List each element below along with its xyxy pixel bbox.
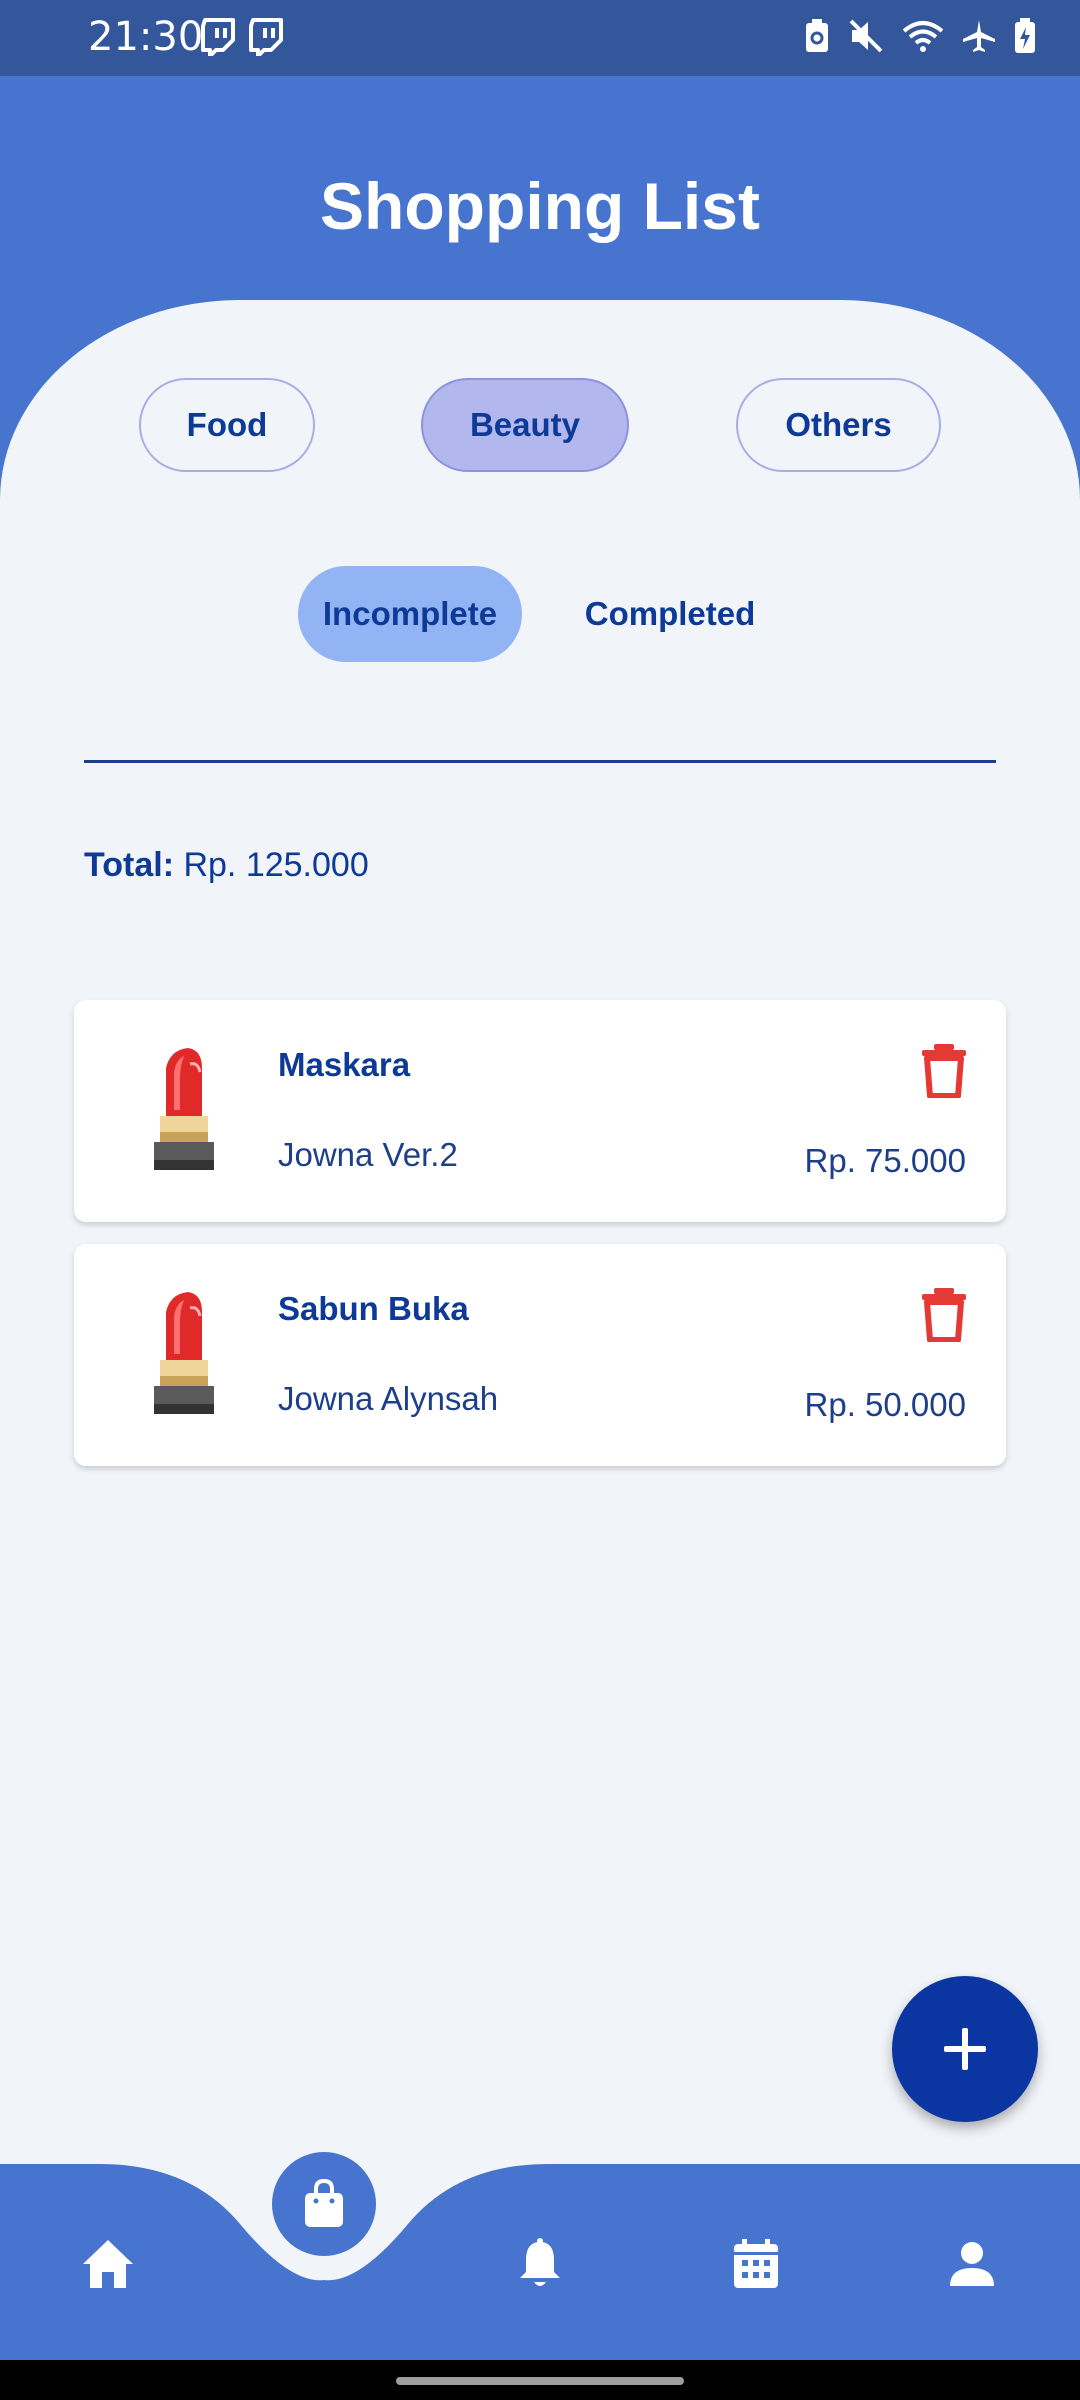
divider <box>84 760 996 763</box>
lipstick-icon <box>136 1292 232 1422</box>
item-card[interactable]: Sabun Buka Jowna Alynsah Rp. 50.000 <box>74 1244 1006 1466</box>
category-food[interactable]: Food <box>139 378 315 472</box>
app-header: Shopping List <box>0 76 1080 300</box>
item-price: Rp. 50.000 <box>804 1386 966 1423</box>
item-card[interactable]: Maskara Jowna Ver.2 Rp. 75.000 <box>74 1000 1006 1222</box>
profile-icon <box>950 2242 994 2286</box>
system-icons <box>804 18 1036 54</box>
battery-saver-icon <box>804 18 830 54</box>
wifi-icon <box>902 19 944 53</box>
shopping-bag-icon <box>305 2179 343 2227</box>
total-label: Total: <box>84 846 175 884</box>
tab-incomplete[interactable]: Incomplete <box>298 566 522 662</box>
mute-icon <box>848 18 884 54</box>
item-description: Jowna Alynsah <box>278 1380 499 1417</box>
bottom-navigation <box>0 2152 1080 2360</box>
twitch-icon <box>200 18 236 56</box>
home-icon <box>83 2240 133 2288</box>
calendar-icon <box>734 2239 778 2288</box>
category-others[interactable]: Others <box>736 378 941 472</box>
lipstick-icon <box>136 1048 232 1178</box>
nav-profile[interactable] <box>936 2228 1008 2300</box>
total-value: Rp. 125.000 <box>183 846 369 884</box>
status-bar: 21:30 <box>0 0 1080 76</box>
item-price: Rp. 75.000 <box>804 1142 966 1179</box>
twitch-icon <box>248 18 284 56</box>
nav-notifications[interactable] <box>504 2228 576 2300</box>
nav-calendar[interactable] <box>720 2228 792 2300</box>
add-item-button[interactable] <box>892 1976 1038 2122</box>
airplane-icon <box>962 19 996 53</box>
system-navigation-bar <box>0 2360 1080 2400</box>
nav-shopping[interactable] <box>272 2152 376 2256</box>
item-name: Sabun Buka <box>278 1290 469 1327</box>
status-time: 21:30 <box>88 14 204 60</box>
notification-icons <box>200 18 284 56</box>
trash-icon[interactable] <box>918 1286 970 1343</box>
bell-icon <box>520 2238 560 2286</box>
main-content: Food Beauty Others Incomplete Completed … <box>0 300 1080 2164</box>
trash-icon[interactable] <box>918 1042 970 1099</box>
item-name: Maskara <box>278 1046 411 1083</box>
page-title: Shopping List <box>320 169 760 243</box>
plus-icon <box>944 2028 986 2070</box>
battery-charging-icon <box>1014 18 1036 54</box>
total-summary: Total: Rp. 125.000 <box>84 846 369 885</box>
tab-completed[interactable]: Completed <box>552 566 788 662</box>
item-description: Jowna Ver.2 <box>278 1136 458 1173</box>
category-beauty[interactable]: Beauty <box>421 378 629 472</box>
nav-home[interactable] <box>72 2228 144 2300</box>
home-indicator[interactable] <box>396 2377 684 2385</box>
